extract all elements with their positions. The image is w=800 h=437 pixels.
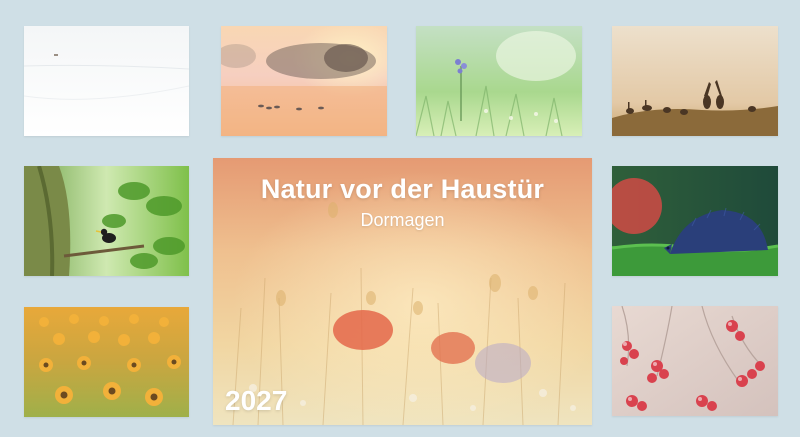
photo-bird-tree — [24, 166, 189, 276]
photo-hares — [612, 26, 778, 136]
calendar-preview: Natur vor der Haustür Dormagen 2027 — [0, 0, 800, 437]
photo-meadow-blue-flower — [416, 26, 582, 136]
photo-misty-lake — [221, 26, 387, 136]
calendar-title: Natur vor der Haustür — [260, 174, 545, 204]
photo-hedgehog — [612, 166, 778, 276]
photo-snowy-field — [24, 26, 189, 136]
calendar-subtitle: Dormagen — [360, 210, 445, 230]
photo-sunflowers — [24, 307, 189, 417]
photo-frosted-berries — [612, 306, 778, 416]
calendar-cover: Natur vor der Haustür Dormagen 2027 — [213, 158, 592, 425]
calendar-year: 2027 — [225, 385, 288, 416]
